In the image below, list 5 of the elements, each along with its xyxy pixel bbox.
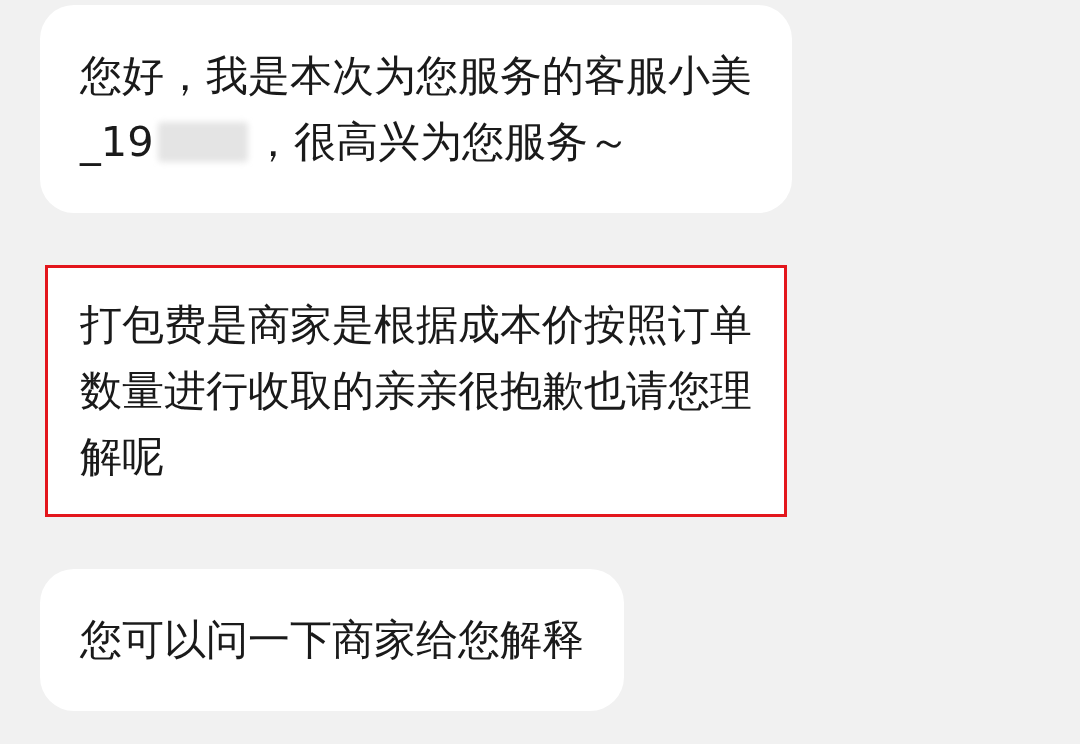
message-text: 您好，我是本次为您服务的客服小美 [80, 50, 752, 102]
message-text: ，很高兴为您服务～ [251, 116, 630, 168]
message-text: _19 [80, 116, 154, 168]
message-text: 您可以问一下商家给您解释 [80, 614, 584, 666]
message-text: 打包费是商家是根据成本价按照订单数量进行收取的亲亲很抱歉也请您理解呢 [80, 299, 752, 483]
